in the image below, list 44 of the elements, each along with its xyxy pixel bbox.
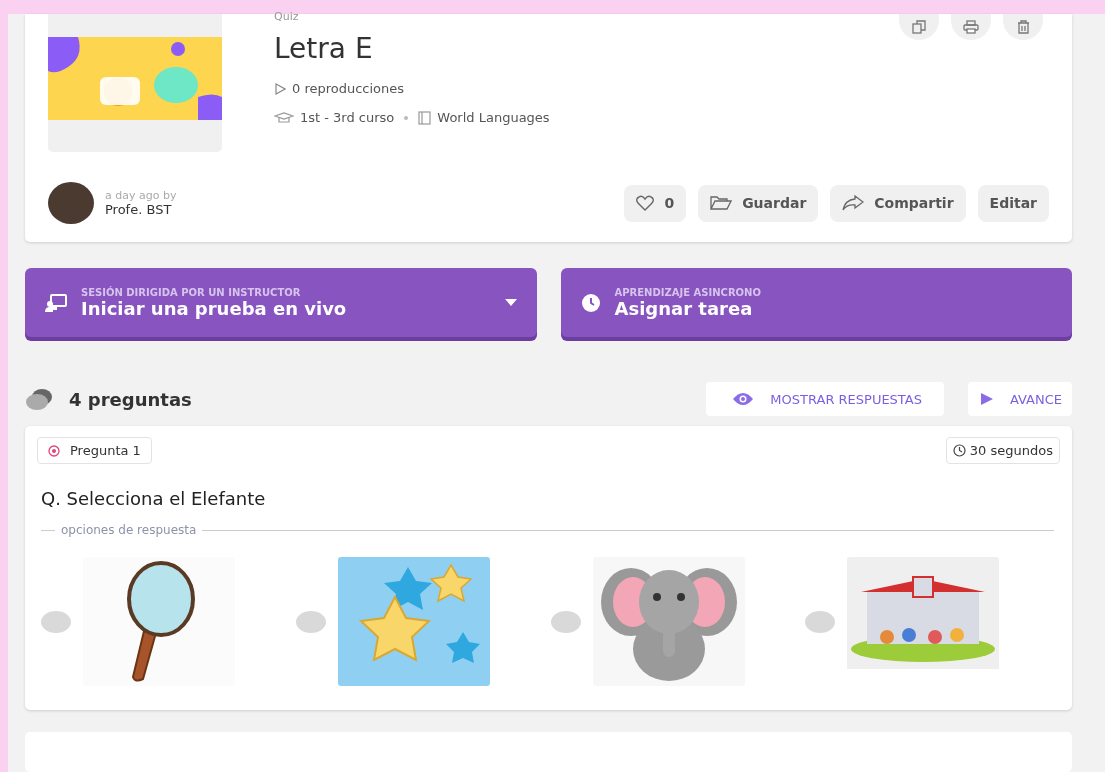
- play-icon: [274, 82, 286, 95]
- question-number-badge: Pregunta 1: [37, 437, 152, 464]
- quiz-type-label: Quiz: [274, 12, 300, 22]
- edit-button[interactable]: Editar: [977, 184, 1049, 222]
- book-icon: [418, 110, 432, 125]
- save-button[interactable]: Guardar: [698, 184, 819, 222]
- heart-icon: [636, 195, 655, 211]
- target-icon: [48, 444, 60, 457]
- grade-label: 1st - 3rd curso: [300, 110, 395, 125]
- answer-radio[interactable]: [805, 610, 836, 633]
- delete-button[interactable]: [1003, 14, 1043, 40]
- play-icon: [979, 392, 994, 406]
- folder-icon: [710, 195, 733, 211]
- print-button[interactable]: [951, 14, 991, 40]
- avatar: [48, 182, 94, 224]
- copy-icon: [912, 20, 926, 34]
- time-limit-badge: 30 segundos: [945, 437, 1060, 464]
- graduation-cap-icon: [274, 111, 294, 124]
- quiz-title: Letra E: [274, 32, 374, 65]
- plays-count: 0 reproducciones: [292, 81, 405, 96]
- answer-radio[interactable]: [295, 610, 326, 633]
- trash-icon: [1016, 20, 1030, 34]
- presentation-icon: [45, 293, 67, 312]
- eye-icon: [732, 392, 755, 406]
- answer-radio[interactable]: [550, 610, 581, 633]
- answer-radio[interactable]: [41, 610, 71, 633]
- subject-label: World Languages: [437, 110, 550, 125]
- question-text: Q. Selecciona el Elefante: [41, 488, 267, 509]
- copy-button[interactable]: [899, 14, 939, 40]
- answer-options-label: opciones de respuesta: [61, 523, 197, 537]
- share-icon: [842, 195, 865, 211]
- like-button[interactable]: 0: [624, 184, 687, 222]
- author-name[interactable]: Profe. BST: [105, 202, 177, 217]
- caret-icon: [504, 299, 517, 306]
- clock-icon: [952, 444, 966, 457]
- time-ago: a day ago by: [105, 189, 177, 202]
- questions-icon: [25, 388, 55, 410]
- printer-icon: [963, 20, 979, 34]
- separator-dot: [404, 115, 409, 120]
- question-count: 4 preguntas: [69, 388, 192, 410]
- share-button[interactable]: Compartir: [830, 184, 966, 222]
- show-answers-button[interactable]: MOSTRAR RESPUESTAS: [706, 382, 944, 416]
- clock-icon: [580, 292, 601, 313]
- preview-button[interactable]: AVANCE: [967, 382, 1072, 416]
